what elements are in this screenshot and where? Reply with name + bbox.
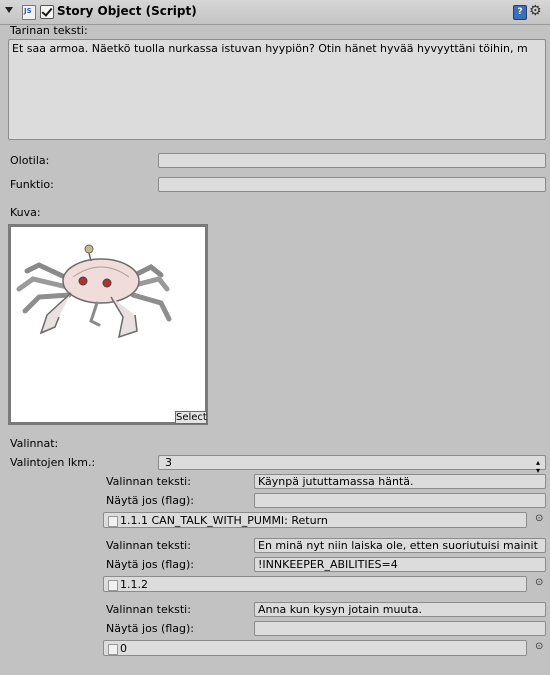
image-field[interactable]	[8, 224, 208, 425]
choice-text-label: Valinnan teksti:	[106, 475, 191, 488]
funktio-label: Funktio:	[10, 178, 54, 191]
choice-flag-field[interactable]	[254, 493, 546, 508]
choice-flag-field[interactable]	[254, 621, 546, 636]
story-textarea[interactable]: Et saa armoa. Näetkö tuolla nurkassa ist…	[8, 39, 546, 140]
object-picker-icon[interactable]: ⊙	[535, 513, 543, 524]
kuva-label: Kuva:	[10, 206, 41, 219]
gear-icon[interactable]: ⚙	[529, 2, 542, 20]
valinnat-label: Valinnat:	[10, 437, 59, 450]
dropdown-arrows-icon: ▴ ▾	[535, 458, 540, 475]
choice-flag-label: Näytä jos (flag):	[106, 558, 194, 571]
choice-flag-label: Näytä jos (flag):	[106, 494, 194, 507]
valintojen-lkm-dropdown[interactable]: 3 ▴ ▾	[158, 455, 546, 475]
script-icon	[22, 5, 36, 20]
object-icon	[108, 644, 118, 655]
choice-target-field[interactable]: 0	[103, 640, 527, 656]
olotila-label: Olotila:	[10, 154, 50, 167]
object-icon	[108, 516, 118, 527]
choice-target-value: 1.1.2	[120, 578, 148, 591]
foldout-arrow-icon[interactable]	[5, 7, 13, 13]
valintojen-lkm-value: 3	[165, 456, 172, 469]
crab-image	[11, 227, 205, 422]
olotila-field[interactable]	[158, 153, 546, 168]
story-text-value: Et saa armoa. Näetkö tuolla nurkassa ist…	[12, 42, 528, 55]
object-picker-icon[interactable]: ⊙	[535, 577, 543, 588]
crab-illustration	[16, 244, 172, 339]
choice-flag-label: Näytä jos (flag):	[106, 622, 194, 635]
choice-text-field[interactable]: Käynpä jututtamassa häntä.	[254, 474, 546, 489]
help-icon[interactable]: ?	[513, 5, 527, 20]
enabled-checkbox[interactable]	[40, 5, 54, 19]
choice-text-field[interactable]: Anna kun kysyn jotain muuta.	[254, 602, 546, 617]
choice-target-field[interactable]: 1.1.2	[103, 576, 527, 592]
object-picker-icon[interactable]: ⊙	[535, 641, 543, 652]
choice-text-label: Valinnan teksti:	[106, 603, 191, 616]
choice-target-value: 0	[120, 642, 127, 655]
choice-text-label: Valinnan teksti:	[106, 539, 191, 552]
component-title: Story Object (Script)	[57, 4, 197, 18]
choice-target-value: 1.1.1 CAN_TALK_WITH_PUMMI: Return	[120, 514, 328, 527]
image-select-button[interactable]: Select	[175, 411, 207, 424]
valintojen-lkm-label: Valintojen lkm.:	[10, 456, 96, 469]
choice-flag-field[interactable]: !INNKEEPER_ABILITIES=4	[254, 557, 546, 572]
story-text-label: Tarinan teksti:	[10, 24, 88, 37]
object-icon	[108, 580, 118, 591]
choice-target-field[interactable]: 1.1.1 CAN_TALK_WITH_PUMMI: Return	[103, 512, 527, 528]
choice-text-field[interactable]: En minä nyt niin laiska ole, etten suori…	[254, 538, 546, 553]
funktio-field[interactable]	[158, 177, 546, 192]
